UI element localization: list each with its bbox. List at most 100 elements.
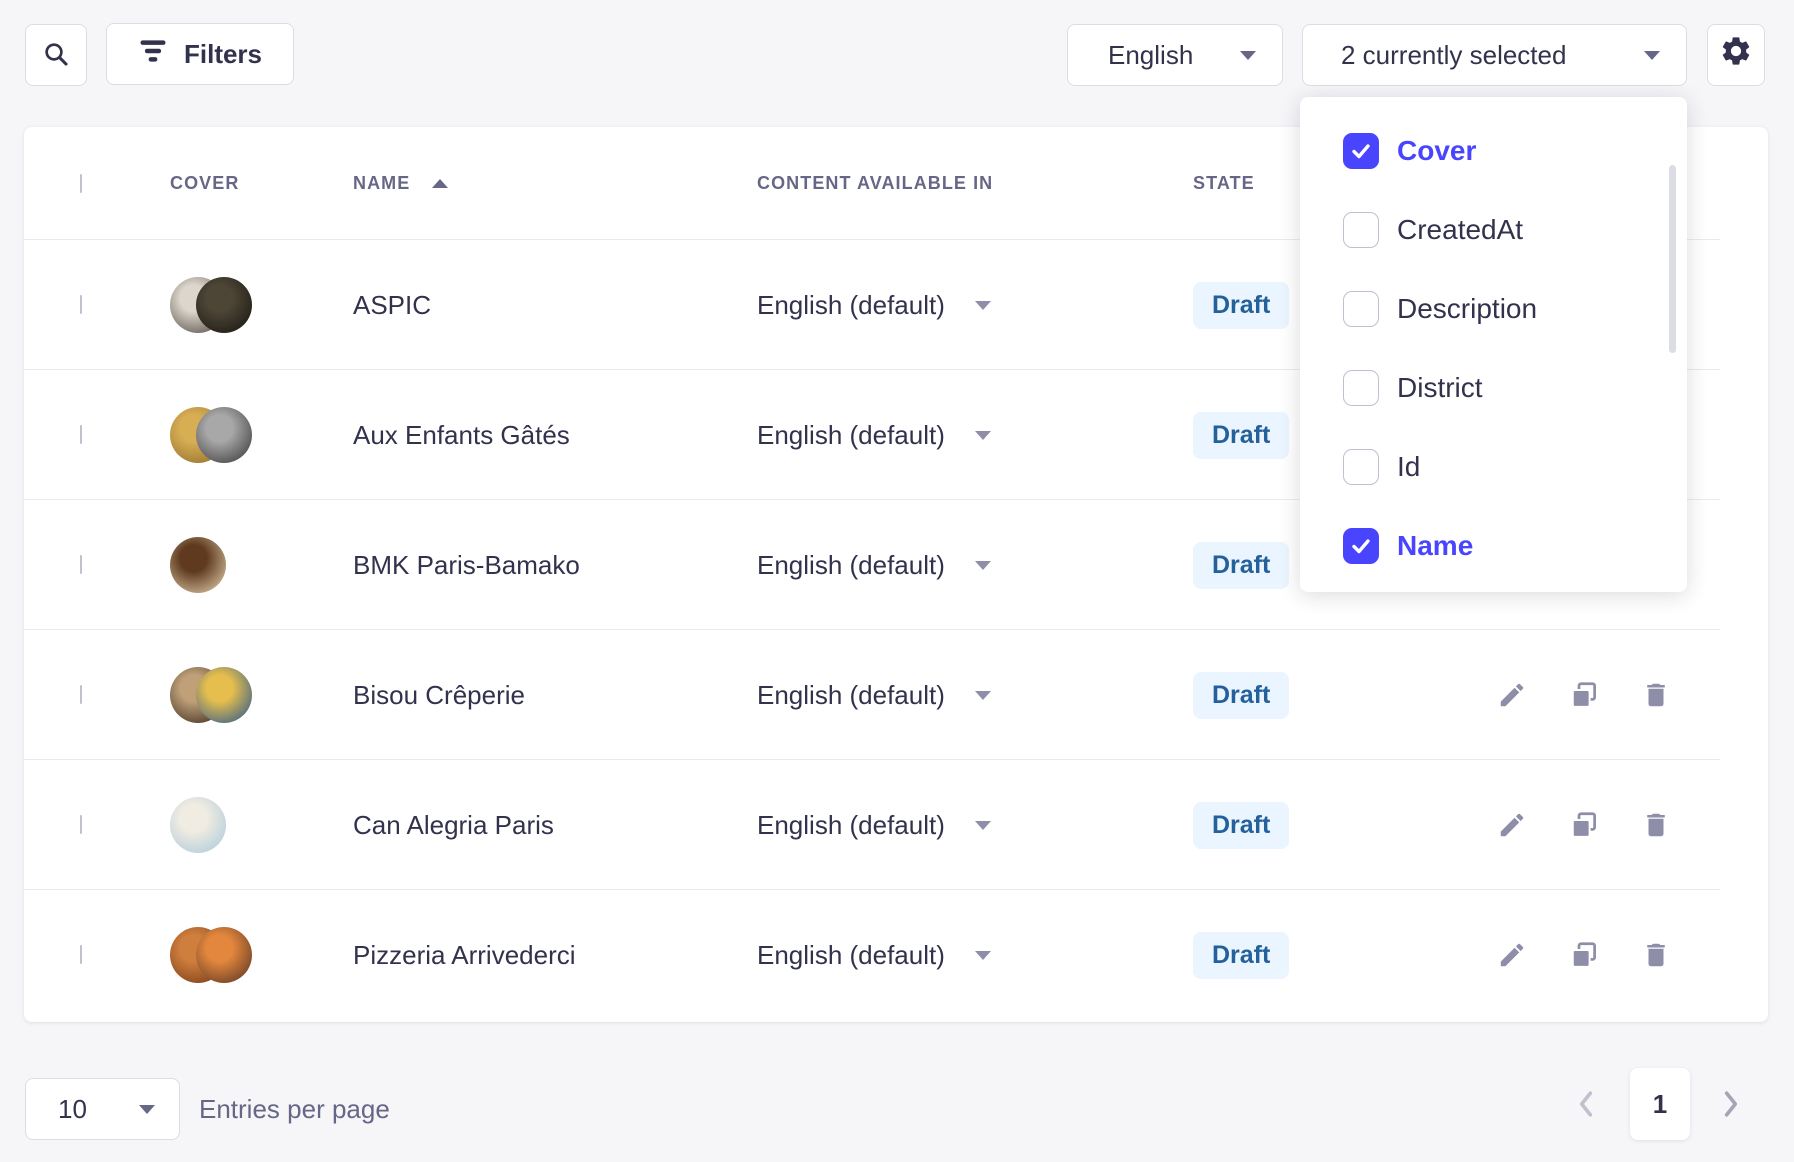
cover-avatar-image xyxy=(196,667,252,723)
locale-cell[interactable]: English (default) xyxy=(757,680,1193,711)
column-option-district[interactable]: District xyxy=(1300,348,1687,427)
delete-button[interactable] xyxy=(1636,805,1676,845)
cover-avatar-image xyxy=(170,537,226,593)
locale-cell[interactable]: English (default) xyxy=(757,550,1193,581)
cover-avatars xyxy=(170,797,353,853)
row-checkbox[interactable] xyxy=(80,685,82,704)
table-row[interactable]: Bisou Crêperie English (default) Draft xyxy=(24,630,1768,760)
chevron-right-icon xyxy=(1722,1090,1740,1118)
pencil-icon xyxy=(1497,810,1527,840)
entry-name: BMK Paris-Bamako xyxy=(353,550,757,581)
column-header-content: CONTENT AVAILABLE IN xyxy=(757,173,1193,194)
entry-name: Bisou Crêperie xyxy=(353,680,757,711)
cover-avatar-image xyxy=(170,797,226,853)
chevron-down-icon xyxy=(975,301,991,310)
delete-button[interactable] xyxy=(1636,675,1676,715)
cover-avatar-image xyxy=(196,407,252,463)
table-row[interactable]: Can Alegria Paris English (default) Draf… xyxy=(24,760,1768,890)
locale-cell[interactable]: English (default) xyxy=(757,940,1193,971)
chevron-down-icon xyxy=(1240,51,1256,60)
edit-button[interactable] xyxy=(1492,935,1532,975)
cover-avatars xyxy=(170,927,353,983)
settings-button[interactable] xyxy=(1707,24,1765,86)
pencil-icon xyxy=(1497,940,1527,970)
row-checkbox[interactable] xyxy=(80,425,82,444)
column-option-cover[interactable]: Cover xyxy=(1300,111,1687,190)
duplicate-icon xyxy=(1569,680,1599,710)
column-option-description[interactable]: Description xyxy=(1300,269,1687,348)
duplicate-button[interactable] xyxy=(1564,935,1604,975)
checkbox-icon[interactable] xyxy=(1343,291,1379,327)
locale-select-value: English xyxy=(1108,40,1193,71)
duplicate-button[interactable] xyxy=(1564,805,1604,845)
row-checkbox[interactable] xyxy=(80,945,82,964)
chevron-left-icon xyxy=(1577,1090,1595,1118)
status-badge: Draft xyxy=(1193,542,1289,589)
column-header-name[interactable]: NAME xyxy=(353,173,757,194)
chevron-down-icon xyxy=(975,951,991,960)
duplicate-icon xyxy=(1569,810,1599,840)
filters-button-label: Filters xyxy=(184,39,262,70)
status-badge: Draft xyxy=(1193,412,1289,459)
status-badge: Draft xyxy=(1193,282,1289,329)
trash-icon xyxy=(1641,940,1671,970)
trash-icon xyxy=(1641,810,1671,840)
checkbox-icon[interactable] xyxy=(1343,370,1379,406)
filters-button[interactable]: Filters xyxy=(106,23,294,85)
row-checkbox[interactable] xyxy=(80,555,82,574)
cover-avatar-image xyxy=(196,277,252,333)
entry-name: Pizzeria Arrivederci xyxy=(353,940,757,971)
edit-button[interactable] xyxy=(1492,805,1532,845)
status-badge: Draft xyxy=(1193,932,1289,979)
edit-button[interactable] xyxy=(1492,675,1532,715)
cover-avatars xyxy=(170,277,353,333)
popover-scrollbar[interactable] xyxy=(1669,165,1676,353)
chevron-down-icon xyxy=(1644,51,1660,60)
checkbox-icon[interactable] xyxy=(1343,449,1379,485)
search-button[interactable] xyxy=(25,24,87,86)
next-page-button[interactable] xyxy=(1709,1082,1753,1126)
search-icon xyxy=(42,40,70,71)
column-settings-select[interactable]: 2 currently selected xyxy=(1302,24,1687,86)
sort-ascending-icon xyxy=(432,179,448,188)
entry-name: Aux Enfants Gâtés xyxy=(353,420,757,451)
gear-icon xyxy=(1719,34,1753,77)
previous-page-button[interactable] xyxy=(1564,1082,1608,1126)
checkbox-checked-icon[interactable] xyxy=(1343,528,1379,564)
pencil-icon xyxy=(1497,680,1527,710)
page-1-button[interactable]: 1 xyxy=(1630,1068,1690,1140)
table-row[interactable]: Pizzeria Arrivederci English (default) D… xyxy=(24,890,1768,1020)
entry-name: ASPIC xyxy=(353,290,757,321)
row-checkbox[interactable] xyxy=(80,815,82,834)
entry-name: Can Alegria Paris xyxy=(353,810,757,841)
checkbox-checked-icon[interactable] xyxy=(1343,133,1379,169)
chevron-down-icon xyxy=(975,821,991,830)
checkbox-icon[interactable] xyxy=(1343,212,1379,248)
cover-avatars xyxy=(170,537,353,593)
column-settings-value: 2 currently selected xyxy=(1341,40,1566,71)
page-size-select[interactable]: 10 xyxy=(25,1078,180,1140)
chevron-down-icon xyxy=(139,1105,155,1114)
cover-avatars xyxy=(170,407,353,463)
page-size-value: 10 xyxy=(58,1094,87,1125)
column-option-id[interactable]: Id xyxy=(1300,427,1687,506)
row-checkbox[interactable] xyxy=(80,295,82,314)
chevron-down-icon xyxy=(975,431,991,440)
column-option-createdat[interactable]: CreatedAt xyxy=(1300,190,1687,269)
locale-cell[interactable]: English (default) xyxy=(757,810,1193,841)
filter-icon xyxy=(138,38,168,71)
status-badge: Draft xyxy=(1193,802,1289,849)
select-all-checkbox[interactable] xyxy=(80,174,82,193)
column-header-cover: COVER xyxy=(170,173,353,194)
cover-avatar-image xyxy=(196,927,252,983)
duplicate-button[interactable] xyxy=(1564,675,1604,715)
delete-button[interactable] xyxy=(1636,935,1676,975)
column-settings-popover: Cover CreatedAt Description District Id … xyxy=(1300,97,1687,592)
locale-select[interactable]: English xyxy=(1067,24,1283,86)
locale-cell[interactable]: English (default) xyxy=(757,420,1193,451)
locale-cell[interactable]: English (default) xyxy=(757,290,1193,321)
trash-icon xyxy=(1641,680,1671,710)
chevron-down-icon xyxy=(975,561,991,570)
column-option-name[interactable]: Name xyxy=(1300,506,1687,585)
entries-per-page-label: Entries per page xyxy=(199,1078,390,1140)
